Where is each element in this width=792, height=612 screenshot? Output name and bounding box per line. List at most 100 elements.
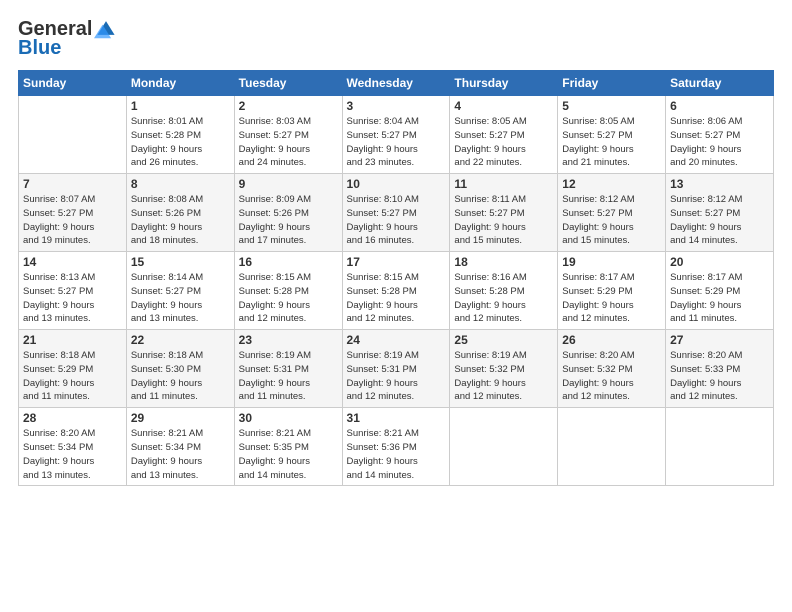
day-info: Sunrise: 8:18 AMSunset: 5:30 PMDaylight:… xyxy=(131,349,230,404)
calendar-cell: 22 Sunrise: 8:18 AMSunset: 5:30 PMDayligh… xyxy=(126,330,234,408)
calendar-cell: 9 Sunrise: 8:09 AMSunset: 5:26 PMDaylight… xyxy=(234,174,342,252)
day-number: 15 xyxy=(131,255,230,269)
day-info: Sunrise: 8:21 AMSunset: 5:36 PMDaylight:… xyxy=(347,427,446,482)
calendar-cell: 28 Sunrise: 8:20 AMSunset: 5:34 PMDayligh… xyxy=(19,408,127,486)
weekday-header-sunday: Sunday xyxy=(19,71,127,96)
calendar-cell xyxy=(19,96,127,174)
calendar-cell: 8 Sunrise: 8:08 AMSunset: 5:26 PMDaylight… xyxy=(126,174,234,252)
day-number: 2 xyxy=(239,99,338,113)
calendar-cell xyxy=(558,408,666,486)
day-number: 20 xyxy=(670,255,769,269)
calendar-cell: 20 Sunrise: 8:17 AMSunset: 5:29 PMDayligh… xyxy=(666,252,774,330)
day-number: 26 xyxy=(562,333,661,347)
day-info: Sunrise: 8:19 AMSunset: 5:31 PMDaylight:… xyxy=(347,349,446,404)
day-number: 9 xyxy=(239,177,338,191)
calendar-week-1: 1 Sunrise: 8:01 AMSunset: 5:28 PMDaylight… xyxy=(19,96,774,174)
calendar-cell: 14Sunrise: 8:13 AMSunset: 5:27 PMDayligh… xyxy=(19,252,127,330)
calendar-cell: 30 Sunrise: 8:21 AMSunset: 5:35 PMDayligh… xyxy=(234,408,342,486)
day-info: Sunrise: 8:17 AMSunset: 5:29 PMDaylight:… xyxy=(670,271,769,326)
logo-icon xyxy=(94,16,118,40)
calendar-cell: 7 Sunrise: 8:07 AMSunset: 5:27 PMDaylight… xyxy=(19,174,127,252)
day-number: 1 xyxy=(131,99,230,113)
calendar-cell xyxy=(450,408,558,486)
day-number: 11 xyxy=(454,177,553,191)
day-number: 29 xyxy=(131,411,230,425)
day-info: Sunrise: 8:20 AMSunset: 5:33 PMDaylight:… xyxy=(670,349,769,404)
calendar-body: 1 Sunrise: 8:01 AMSunset: 5:28 PMDaylight… xyxy=(19,96,774,486)
day-info: Sunrise: 8:15 AMSunset: 5:28 PMDaylight:… xyxy=(239,271,338,326)
day-number: 28 xyxy=(23,411,122,425)
day-number: 25 xyxy=(454,333,553,347)
day-info: Sunrise: 8:17 AMSunset: 5:29 PMDaylight:… xyxy=(562,271,661,326)
day-number: 27 xyxy=(670,333,769,347)
calendar-cell: 15 Sunrise: 8:14 AMSunset: 5:27 PMDayligh… xyxy=(126,252,234,330)
day-number: 5 xyxy=(562,99,661,113)
day-number: 13 xyxy=(670,177,769,191)
calendar-cell: 31Sunrise: 8:21 AMSunset: 5:36 PMDayligh… xyxy=(342,408,450,486)
calendar: SundayMondayTuesdayWednesdayThursdayFrid… xyxy=(18,70,774,486)
weekday-header-friday: Friday xyxy=(558,71,666,96)
calendar-cell: 16Sunrise: 8:15 AMSunset: 5:28 PMDayligh… xyxy=(234,252,342,330)
header: General Blue xyxy=(18,18,774,60)
day-number: 23 xyxy=(239,333,338,347)
day-info: Sunrise: 8:07 AMSunset: 5:27 PMDaylight:… xyxy=(23,193,122,248)
day-number: 14 xyxy=(23,255,122,269)
day-number: 12 xyxy=(562,177,661,191)
day-info: Sunrise: 8:05 AMSunset: 5:27 PMDaylight:… xyxy=(562,115,661,170)
day-info: Sunrise: 8:09 AMSunset: 5:26 PMDaylight:… xyxy=(239,193,338,248)
calendar-cell: 13 Sunrise: 8:12 AMSunset: 5:27 PMDayligh… xyxy=(666,174,774,252)
day-info: Sunrise: 8:21 AMSunset: 5:35 PMDaylight:… xyxy=(239,427,338,482)
day-info: Sunrise: 8:06 AMSunset: 5:27 PMDaylight:… xyxy=(670,115,769,170)
day-number: 22 xyxy=(131,333,230,347)
day-number: 3 xyxy=(347,99,446,113)
day-number: 4 xyxy=(454,99,553,113)
calendar-cell: 12 Sunrise: 8:12 AMSunset: 5:27 PMDayligh… xyxy=(558,174,666,252)
logo: General Blue xyxy=(18,18,118,60)
calendar-cell: 4 Sunrise: 8:05 AMSunset: 5:27 PMDaylight… xyxy=(450,96,558,174)
day-info: Sunrise: 8:19 AMSunset: 5:32 PMDaylight:… xyxy=(454,349,553,404)
calendar-cell: 10 Sunrise: 8:10 AMSunset: 5:27 PMDayligh… xyxy=(342,174,450,252)
calendar-cell: 11Sunrise: 8:11 AMSunset: 5:27 PMDayligh… xyxy=(450,174,558,252)
weekday-header-thursday: Thursday xyxy=(450,71,558,96)
day-number: 24 xyxy=(347,333,446,347)
calendar-cell: 21 Sunrise: 8:18 AMSunset: 5:29 PMDayligh… xyxy=(19,330,127,408)
day-info: Sunrise: 8:01 AMSunset: 5:28 PMDaylight:… xyxy=(131,115,230,170)
day-info: Sunrise: 8:08 AMSunset: 5:26 PMDaylight:… xyxy=(131,193,230,248)
weekday-header-wednesday: Wednesday xyxy=(342,71,450,96)
day-info: Sunrise: 8:14 AMSunset: 5:27 PMDaylight:… xyxy=(131,271,230,326)
day-info: Sunrise: 8:10 AMSunset: 5:27 PMDaylight:… xyxy=(347,193,446,248)
page: General Blue SundayMondayTuesdayWednesda… xyxy=(0,0,792,612)
calendar-cell: 25 Sunrise: 8:19 AMSunset: 5:32 PMDayligh… xyxy=(450,330,558,408)
day-info: Sunrise: 8:16 AMSunset: 5:28 PMDaylight:… xyxy=(454,271,553,326)
calendar-cell: 1 Sunrise: 8:01 AMSunset: 5:28 PMDaylight… xyxy=(126,96,234,174)
calendar-cell: 17Sunrise: 8:15 AMSunset: 5:28 PMDayligh… xyxy=(342,252,450,330)
calendar-header-row: SundayMondayTuesdayWednesdayThursdayFrid… xyxy=(19,71,774,96)
day-info: Sunrise: 8:05 AMSunset: 5:27 PMDaylight:… xyxy=(454,115,553,170)
calendar-cell: 27 Sunrise: 8:20 AMSunset: 5:33 PMDayligh… xyxy=(666,330,774,408)
day-number: 6 xyxy=(670,99,769,113)
day-number: 21 xyxy=(23,333,122,347)
day-info: Sunrise: 8:18 AMSunset: 5:29 PMDaylight:… xyxy=(23,349,122,404)
calendar-cell: 6 Sunrise: 8:06 AMSunset: 5:27 PMDaylight… xyxy=(666,96,774,174)
day-info: Sunrise: 8:12 AMSunset: 5:27 PMDaylight:… xyxy=(562,193,661,248)
day-info: Sunrise: 8:12 AMSunset: 5:27 PMDaylight:… xyxy=(670,193,769,248)
calendar-cell: 23 Sunrise: 8:19 AMSunset: 5:31 PMDayligh… xyxy=(234,330,342,408)
day-info: Sunrise: 8:21 AMSunset: 5:34 PMDaylight:… xyxy=(131,427,230,482)
calendar-cell: 26Sunrise: 8:20 AMSunset: 5:32 PMDayligh… xyxy=(558,330,666,408)
calendar-week-4: 21 Sunrise: 8:18 AMSunset: 5:29 PMDayligh… xyxy=(19,330,774,408)
day-number: 30 xyxy=(239,411,338,425)
day-info: Sunrise: 8:19 AMSunset: 5:31 PMDaylight:… xyxy=(239,349,338,404)
weekday-header-saturday: Saturday xyxy=(666,71,774,96)
day-info: Sunrise: 8:15 AMSunset: 5:28 PMDaylight:… xyxy=(347,271,446,326)
day-number: 19 xyxy=(562,255,661,269)
day-info: Sunrise: 8:04 AMSunset: 5:27 PMDaylight:… xyxy=(347,115,446,170)
calendar-cell xyxy=(666,408,774,486)
calendar-cell: 19 Sunrise: 8:17 AMSunset: 5:29 PMDayligh… xyxy=(558,252,666,330)
day-number: 8 xyxy=(131,177,230,191)
day-number: 10 xyxy=(347,177,446,191)
calendar-cell: 3 Sunrise: 8:04 AMSunset: 5:27 PMDaylight… xyxy=(342,96,450,174)
day-number: 7 xyxy=(23,177,122,191)
calendar-week-5: 28 Sunrise: 8:20 AMSunset: 5:34 PMDayligh… xyxy=(19,408,774,486)
day-number: 18 xyxy=(454,255,553,269)
day-info: Sunrise: 8:20 AMSunset: 5:34 PMDaylight:… xyxy=(23,427,122,482)
